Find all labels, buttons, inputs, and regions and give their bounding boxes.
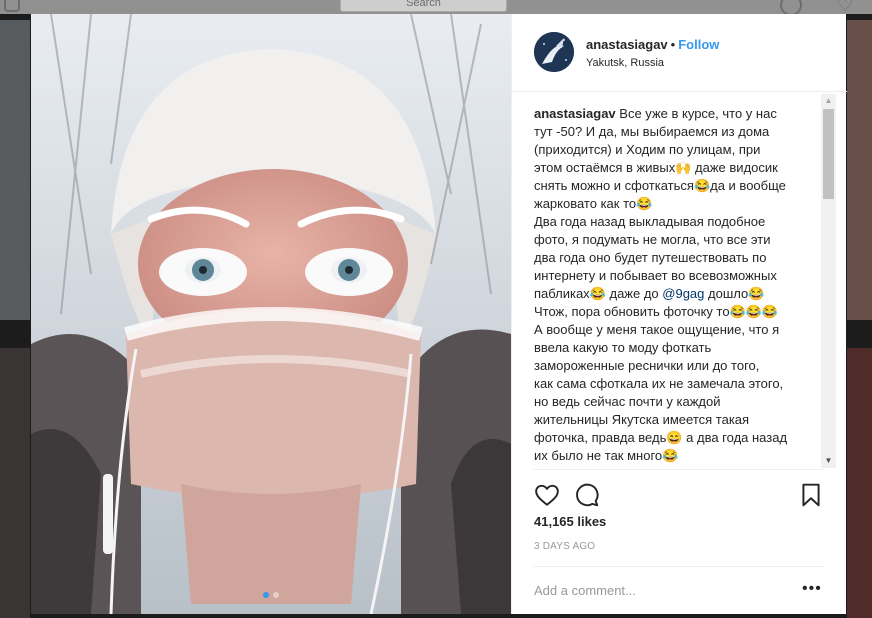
comment-icon — [576, 483, 599, 507]
caption-line: фото, я подумать не могла, что все эти — [534, 232, 771, 247]
caption-line: два года оно будет путешествовать по — [534, 250, 767, 265]
caption-line: дошло😂 — [704, 286, 765, 301]
caption-username[interactable]: anastasiagav — [534, 106, 616, 121]
caption-line: пабликах😂 даже до — [534, 286, 663, 301]
post-sidebar: anastasiagav • Follow Yakutsk, Russia anas… — [511, 14, 847, 615]
background-thumbnail — [847, 20, 872, 320]
heart-icon — [535, 484, 559, 506]
background-thumbnail — [0, 20, 30, 320]
caption-scrollbar[interactable]: ▲ ▼ — [821, 94, 836, 468]
caption-line: жительницы Якутска имеется такая — [534, 412, 750, 427]
scroll-thumb[interactable] — [823, 109, 834, 199]
comment-input[interactable] — [534, 579, 784, 601]
bookmark-icon — [802, 483, 820, 507]
comment-form: ••• — [534, 566, 824, 615]
caption-line: Два года назад выкладывая подобное — [534, 214, 766, 229]
caption-line: ввела какую то моду фоткать — [534, 340, 712, 355]
scroll-up-arrow-icon[interactable]: ▲ — [821, 94, 836, 108]
caption-line: но ведь сейчас почти у каждой — [534, 394, 721, 409]
caption-line: тут -50? И да, мы выбираемся из дома — [534, 124, 770, 139]
caption-line: жарковато как то😂 — [534, 196, 653, 211]
caption-scroll-area[interactable]: anastasiagav Все уже в курсе, что у нас … — [534, 105, 824, 468]
caption-line: замороженные реснички или до того, — [534, 358, 760, 373]
post-caption: anastasiagav Все уже в курсе, что у нас … — [534, 105, 824, 465]
caption-line: их было не так много😂 — [534, 448, 679, 463]
carousel-dot — [263, 592, 269, 598]
username-link[interactable]: anastasiagav — [586, 37, 668, 52]
caption-line: как сама сфоткала их не замечала этого, — [534, 376, 784, 391]
background-thumbnail — [847, 348, 872, 618]
caption-line: интернету и побывает во всевозможных — [534, 268, 777, 283]
post-modal: anastasiagav • Follow Yakutsk, Russia anas… — [31, 14, 847, 615]
scroll-down-arrow-icon[interactable]: ▼ — [821, 454, 836, 468]
comment-button[interactable] — [574, 482, 600, 508]
caption-line: Чтож, пора обновить фоточку то😂😂😂 — [534, 304, 779, 319]
post-timestamp[interactable]: 3 DAYS AGO — [534, 541, 595, 552]
post-header: anastasiagav • Follow Yakutsk, Russia — [512, 14, 847, 92]
more-options-icon[interactable]: ••• — [802, 581, 822, 597]
avatar[interactable] — [534, 32, 574, 72]
instagram-icon — [4, 0, 20, 12]
save-button[interactable] — [798, 482, 824, 508]
separator-dot: • — [670, 37, 676, 52]
header-user-row: anastasiagav • Follow — [586, 37, 719, 52]
post-photo[interactable] — [31, 14, 511, 614]
caption-line: снять можно и сфоткаться😂да и вообще — [534, 178, 786, 193]
background-thumbnail — [0, 348, 30, 618]
frozen-face-photo — [31, 14, 511, 614]
carousel-dot — [273, 592, 279, 598]
caption-line: Все уже в курсе, что у нас — [619, 106, 777, 121]
background-search: Search — [340, 0, 507, 12]
mention-link[interactable]: @9gag — [662, 286, 704, 301]
caption-line: этом остаёмся в живых🙌 даже видосик — [534, 160, 778, 175]
like-button[interactable] — [534, 482, 560, 508]
follow-button[interactable]: Follow — [678, 37, 719, 52]
likes-count[interactable]: 41,165 likes — [534, 514, 606, 529]
caption-line: А вообще у меня такое ощущение, что я — [534, 322, 780, 337]
location-link[interactable]: Yakutsk, Russia — [586, 57, 664, 69]
caption-line: фоточка, правда ведь😄 а два года назад — [534, 430, 788, 445]
carousel-indicator — [31, 592, 511, 598]
avatar-image — [534, 32, 574, 72]
divider — [534, 469, 824, 470]
caption-line: (приходится) и Ходим по улицам, при — [534, 142, 761, 157]
